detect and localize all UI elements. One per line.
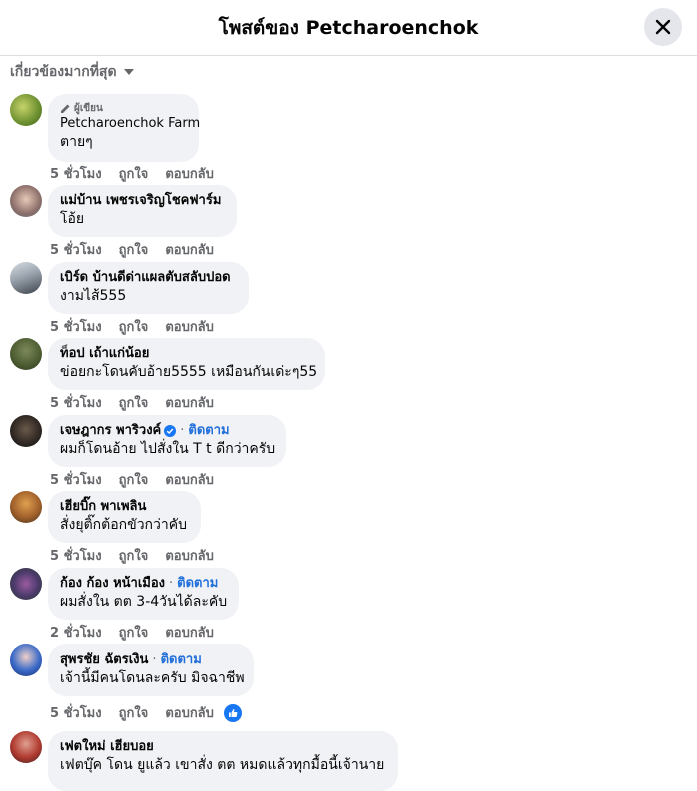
avatar[interactable] bbox=[10, 491, 42, 523]
close-icon bbox=[655, 19, 671, 35]
comment-time[interactable]: 2 ชั่วโมง bbox=[50, 622, 102, 643]
comment-time[interactable]: 5 ชั่วโมง bbox=[50, 545, 102, 566]
comment-actions: 5 ชั่วโมง ถูกใจ ตอบกลับ bbox=[50, 702, 242, 723]
like-button[interactable]: ถูกใจ bbox=[119, 239, 149, 260]
reply-button[interactable]: ตอบกลับ bbox=[165, 163, 214, 184]
avatar[interactable] bbox=[10, 262, 42, 294]
like-icon[interactable] bbox=[223, 703, 242, 722]
comment-time[interactable]: 5 ชั่วโมง bbox=[50, 163, 102, 184]
like-button[interactable]: ถูกใจ bbox=[119, 702, 149, 723]
separator-dot: · bbox=[180, 423, 185, 438]
close-button[interactable] bbox=[644, 8, 682, 46]
comment-time[interactable]: 5 ชั่วโมง bbox=[50, 239, 102, 260]
comment-time[interactable]: 5 ชั่วโมง bbox=[50, 469, 102, 490]
pencil-icon bbox=[61, 104, 70, 113]
commenter-name[interactable]: Petcharoenchok Farm bbox=[60, 115, 200, 132]
sort-dropdown[interactable]: เกี่ยวข้องมากที่สุด bbox=[10, 61, 135, 83]
avatar[interactable] bbox=[10, 415, 42, 447]
like-button[interactable]: ถูกใจ bbox=[119, 163, 149, 184]
comment-text: โอ้ย bbox=[60, 211, 85, 227]
commenter-name[interactable]: ท็อป เถ้าแก่น้อย bbox=[60, 345, 149, 362]
separator-dot: · bbox=[152, 652, 157, 667]
separator-dot: · bbox=[169, 576, 174, 591]
reply-button[interactable]: ตอบกลับ bbox=[165, 702, 214, 723]
avatar[interactable] bbox=[10, 731, 42, 763]
comment-time[interactable]: 5 ชั่วโมง bbox=[50, 702, 102, 723]
comment-text: สั่งยุติ๊กต้อกขัวกว่าคับ bbox=[60, 517, 188, 533]
comment-text: เฟตบุ๊ค โดน ยูแล้ว เขาสั่ง ตต หมดแล้วทุก… bbox=[60, 757, 385, 773]
commenter-name[interactable]: ก้อง ก้อง หน้าเมือง bbox=[60, 575, 165, 592]
like-button[interactable]: ถูกใจ bbox=[119, 622, 149, 643]
comment-bubble: ก้อง ก้อง หน้าเมือง · ติดตาม ผมสั่งใน ตต… bbox=[48, 568, 239, 620]
like-button[interactable]: ถูกใจ bbox=[119, 392, 149, 413]
comment-bubble: แม่บ้าน เพชรเจริญโชคฟาร์ม โอ้ย bbox=[48, 185, 237, 237]
avatar[interactable] bbox=[10, 94, 42, 126]
comment-bubble: สุพรชัย ฉัตรเงิน · ติดตาม เจ้านี้มีคนโดน… bbox=[48, 644, 254, 696]
comment-text: ข่อยกะโดนคับอ้าย5555 เหมือนกันเด่ะๆ55 bbox=[60, 364, 318, 380]
reply-button[interactable]: ตอบกลับ bbox=[165, 622, 214, 643]
comment-time[interactable]: 5 ชั่วโมง bbox=[50, 316, 102, 337]
dialog-header: โพสต์ของ Petcharoenchok bbox=[0, 0, 697, 56]
avatar[interactable] bbox=[10, 568, 42, 600]
comment-bubble: เบิร์ด บ้านดีด่าแผลตับสลับปอด งามไส้555 bbox=[48, 262, 249, 314]
comment-bubble: เฟตใหม่ เฮียบอย เฟตบุ๊ค โดน ยูแล้ว เขาสั… bbox=[48, 731, 398, 791]
like-button[interactable]: ถูกใจ bbox=[119, 545, 149, 566]
author-badge: ผู้เขียน bbox=[60, 101, 187, 115]
comment-bubble: เจษฎากร พาริวงค์ · ติดตาม ผมก็โดนอ้าย ไป… bbox=[48, 415, 286, 467]
commenter-name[interactable]: สุพรชัย ฉัตรเงิน bbox=[60, 651, 148, 668]
comment-actions: 5 ชั่วโมง ถูกใจ ตอบกลับ bbox=[50, 469, 231, 490]
reply-button[interactable]: ตอบกลับ bbox=[165, 545, 214, 566]
follow-button[interactable]: ติดตาม bbox=[161, 651, 202, 668]
comment-text: ผมก็โดนอ้าย ไปสั่งใน T t ดีกว่าครับ bbox=[60, 441, 276, 457]
like-button[interactable]: ถูกใจ bbox=[119, 469, 149, 490]
commenter-name[interactable]: เฟตใหม่ เฮียบอย bbox=[60, 738, 154, 755]
comment-actions: 5 ชั่วโมง ถูกใจ ตอบกลับ bbox=[50, 545, 231, 566]
sort-label: เกี่ยวข้องมากที่สุด bbox=[10, 64, 117, 80]
comment-actions: 5 ชั่วโมง ถูกใจ ตอบกลับ bbox=[50, 163, 231, 184]
reply-button[interactable]: ตอบกลับ bbox=[165, 469, 214, 490]
commenter-name[interactable]: เบิร์ด บ้านดีด่าแผลตับสลับปอด bbox=[60, 269, 231, 286]
commenter-name[interactable]: เจษฎากร พาริวงค์ bbox=[60, 422, 161, 439]
comment-time[interactable]: 5 ชั่วโมง bbox=[50, 392, 102, 413]
comment-bubble: ท็อป เถ้าแก่น้อย ข่อยกะโดนคับอ้าย5555 เห… bbox=[48, 338, 325, 390]
commenter-name[interactable]: แม่บ้าน เพชรเจริญโชคฟาร์ม bbox=[60, 192, 221, 209]
verified-icon bbox=[164, 424, 177, 437]
like-button[interactable]: ถูกใจ bbox=[119, 316, 149, 337]
comment-text: เจ้านี้มีคนโดนละครับ มิจฉาชีพ bbox=[60, 670, 245, 686]
reply-button[interactable]: ตอบกลับ bbox=[165, 316, 214, 337]
comment-bubble: ผู้เขียน Petcharoenchok Farm ตายๆ bbox=[48, 94, 200, 162]
comment-text: ตายๆ bbox=[60, 134, 93, 150]
avatar[interactable] bbox=[10, 338, 42, 370]
avatar[interactable] bbox=[10, 644, 42, 676]
chevron-down-icon bbox=[123, 69, 134, 75]
comment-actions: 5 ชั่วโมง ถูกใจ ตอบกลับ bbox=[50, 392, 231, 413]
follow-button[interactable]: ติดตาม bbox=[188, 422, 229, 439]
follow-button[interactable]: ติดตาม bbox=[177, 575, 218, 592]
comment-actions: 5 ชั่วโมง ถูกใจ ตอบกลับ bbox=[50, 239, 231, 260]
comment-bubble: เฮียบิ๊ก พาเพลิน สั่งยุติ๊กต้อกขัวกว่าคั… bbox=[48, 491, 201, 543]
commenter-name[interactable]: เฮียบิ๊ก พาเพลิน bbox=[60, 498, 146, 515]
reply-button[interactable]: ตอบกลับ bbox=[165, 239, 214, 260]
comment-actions: 2 ชั่วโมง ถูกใจ ตอบกลับ bbox=[50, 622, 231, 643]
comment-text: งามไส้555 bbox=[60, 288, 127, 304]
avatar[interactable] bbox=[10, 185, 42, 217]
author-badge-label: ผู้เขียน bbox=[74, 102, 103, 114]
page-title: โพสต์ของ Petcharoenchok bbox=[218, 17, 479, 39]
comment-actions: 5 ชั่วโมง ถูกใจ ตอบกลับ bbox=[50, 316, 231, 337]
comment-text: ผมสั่งใน ตต 3-4วันได้ละคับ bbox=[60, 594, 228, 610]
reply-button[interactable]: ตอบกลับ bbox=[165, 392, 214, 413]
